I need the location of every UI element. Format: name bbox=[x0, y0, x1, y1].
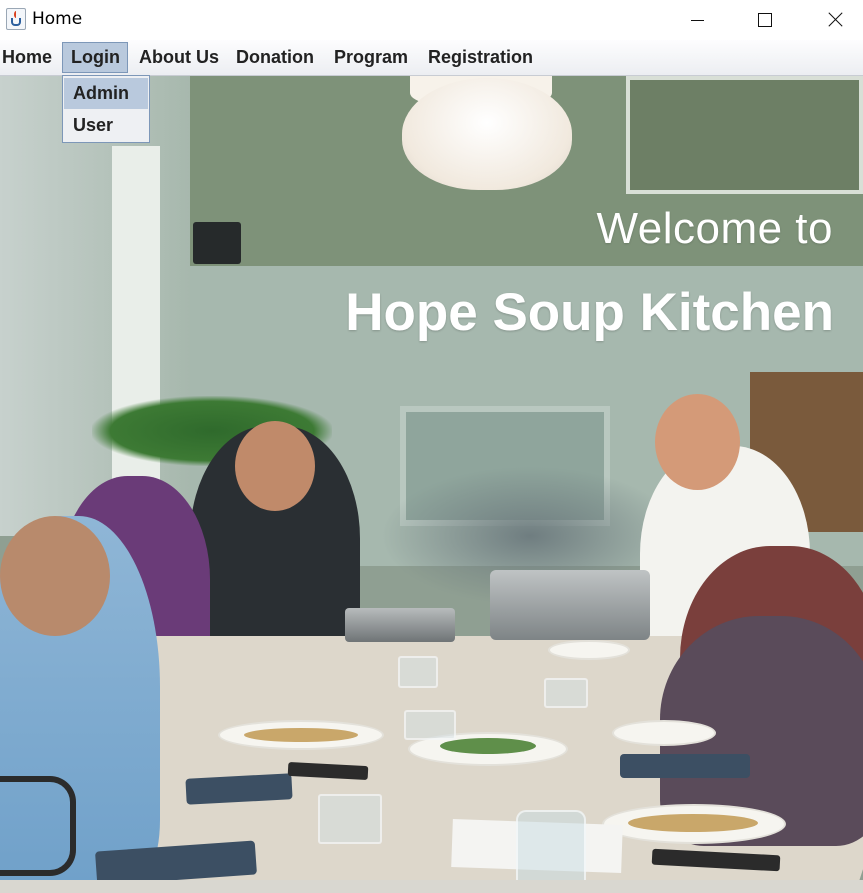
window-title: Home bbox=[32, 9, 83, 29]
login-admin-item[interactable]: Admin bbox=[64, 78, 148, 109]
background-photo: Welcome to Hope Soup Kitchen bbox=[0, 76, 863, 893]
menu-donation[interactable]: Donation bbox=[236, 42, 314, 73]
kitchen-name-heading: Hope Soup Kitchen bbox=[345, 283, 834, 342]
menu-registration[interactable]: Registration bbox=[428, 42, 533, 73]
maximize-button[interactable] bbox=[742, 0, 788, 40]
menu-about-us[interactable]: About Us bbox=[139, 42, 219, 73]
title-bar: Home bbox=[0, 0, 863, 40]
menu-login[interactable]: Login bbox=[62, 42, 128, 73]
menu-program[interactable]: Program bbox=[334, 42, 408, 73]
pendant-lamp bbox=[402, 78, 572, 190]
menu-home[interactable]: Home bbox=[2, 42, 52, 73]
app-window: Home Home Login About Us Donation Progra… bbox=[0, 0, 863, 893]
welcome-heading: Welcome to bbox=[596, 204, 833, 253]
menu-bar: Home Login About Us Donation Program Reg… bbox=[0, 40, 863, 76]
minimize-button[interactable] bbox=[675, 0, 721, 40]
close-button[interactable] bbox=[812, 0, 858, 40]
login-user-item[interactable]: User bbox=[64, 110, 148, 141]
java-cup-icon bbox=[6, 8, 26, 30]
login-dropdown-menu: Admin User bbox=[62, 75, 150, 143]
